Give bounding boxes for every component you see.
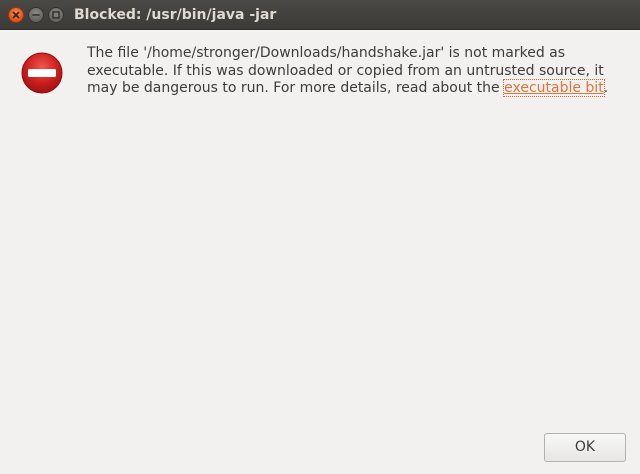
window-title: Blocked: /usr/bin/java -jar <box>74 7 277 23</box>
message-text: The file '/home/stronger/Downloads/hands… <box>87 45 627 98</box>
close-button[interactable] <box>8 7 24 23</box>
title-bar[interactable]: Blocked: /usr/bin/java -jar <box>0 0 640 30</box>
maximize-button[interactable] <box>48 7 64 23</box>
message-end: . <box>603 80 609 96</box>
dialog-window: Blocked: /usr/bin/java -jar The file '/h… <box>0 0 640 474</box>
executable-bit-link[interactable]: executable bit <box>503 79 605 97</box>
minimize-button[interactable] <box>28 7 44 23</box>
maximize-icon <box>52 11 60 19</box>
close-icon <box>12 11 20 19</box>
minimize-icon <box>32 14 40 16</box>
blocked-icon <box>20 51 64 95</box>
ok-button[interactable]: OK <box>544 433 626 462</box>
